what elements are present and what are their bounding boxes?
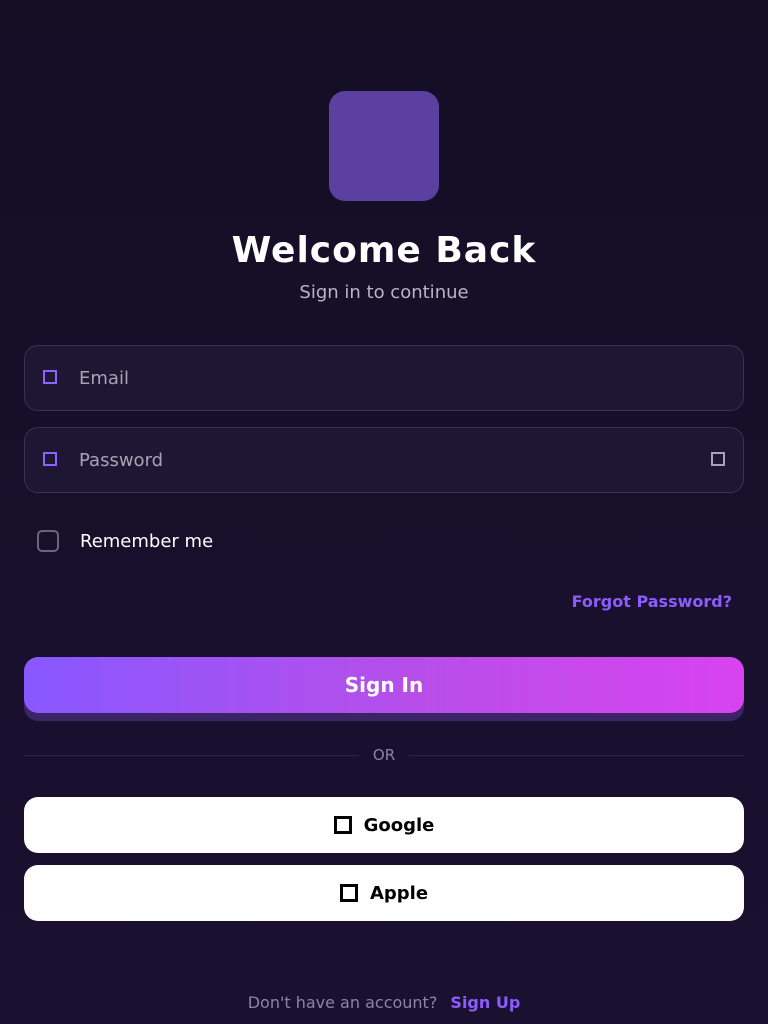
apple-sign-in-button[interactable]: Apple <box>24 865 744 921</box>
google-label: Google <box>363 814 435 836</box>
apple-icon <box>339 884 358 902</box>
google-icon <box>333 816 352 834</box>
password-field[interactable] <box>24 427 744 493</box>
password-input[interactable] <box>77 428 683 492</box>
remember-me-label: Remember me <box>80 530 214 552</box>
sign-in-button[interactable]: Sign In <box>24 657 744 713</box>
page-subtitle: Sign in to continue <box>299 282 469 303</box>
remember-me-checkbox[interactable] <box>37 530 59 552</box>
forgot-password-link[interactable]: Forgot Password? <box>572 592 732 611</box>
divider-label: OR <box>372 746 396 764</box>
login-screen: Welcome Back Sign in to continue Remembe… <box>0 0 768 1024</box>
page-title: Welcome Back <box>231 230 537 271</box>
email-field[interactable] <box>24 345 744 411</box>
email-input[interactable] <box>77 346 683 410</box>
remember-me: Remember me <box>37 530 213 552</box>
lock-icon <box>43 452 57 466</box>
divider-line-left <box>24 754 359 756</box>
sign-up-link[interactable]: Sign Up <box>450 993 520 1012</box>
app-logo <box>329 91 439 201</box>
apple-label: Apple <box>369 882 429 904</box>
mail-icon <box>43 370 57 384</box>
google-sign-in-button[interactable]: Google <box>24 797 744 853</box>
divider-line-right <box>409 754 745 756</box>
signup-prompt-text: Don't have an account? <box>247 993 438 1012</box>
signup-prompt: Don't have an account? Sign Up <box>0 993 768 1012</box>
or-divider: OR <box>24 745 745 765</box>
show-password-icon[interactable] <box>711 452 725 466</box>
